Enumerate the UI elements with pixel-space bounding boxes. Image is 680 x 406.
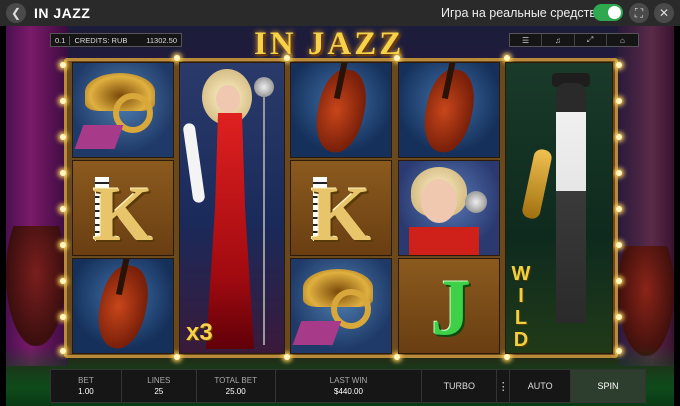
reel-1: K (72, 62, 174, 354)
last-win-label: LAST WIN (329, 376, 368, 385)
fullscreen-icon[interactable]: ⛶ (629, 3, 649, 23)
reel-5: WILD (505, 62, 613, 354)
light-bulb (616, 242, 622, 248)
total-bet: TOTAL BET 25.00 (197, 370, 276, 402)
symbol-k: K (290, 160, 392, 256)
light-bulb (60, 170, 66, 176)
control-bar: BET 1.00 LINES 25 TOTAL BET 25.00 LAST W… (50, 369, 646, 403)
wild-label: WILD (510, 263, 532, 351)
symbol-j-letter: J (431, 264, 471, 352)
saxophonist (556, 83, 586, 323)
table-right (618, 246, 674, 356)
light-bulb (616, 278, 622, 284)
symbol-lady (398, 160, 500, 256)
lady-face (421, 179, 457, 223)
symbol-saxophonist-wild: WILD (505, 62, 613, 354)
multiplier-badge: x3 (186, 319, 213, 346)
mic-stand (263, 95, 265, 345)
bet-label: BET (78, 376, 94, 385)
light-bulb (60, 98, 66, 104)
turbo-button[interactable]: TURBO (422, 370, 498, 402)
bet-selector[interactable]: BET 1.00 (51, 370, 122, 402)
sheet-music (292, 321, 342, 345)
light-bulb (504, 55, 510, 61)
lady-face (216, 85, 240, 113)
symbol-cello (398, 62, 500, 158)
fullscreen-icon[interactable]: ⤢ (575, 34, 607, 46)
light-bulb (174, 55, 180, 61)
microphone-icon (465, 191, 487, 213)
back-icon[interactable]: ❮ (6, 3, 26, 23)
top-bar: ❮ IN JAZZ Игра на реальные средства ⛶ ✕ (0, 0, 680, 26)
light-bulb (394, 354, 400, 360)
light-bulb (616, 62, 622, 68)
last-win-value: $440.00 (334, 387, 363, 396)
light-bulb (174, 354, 180, 360)
microphone-icon (254, 77, 274, 97)
light-bulb (60, 348, 66, 354)
lines-selector[interactable]: LINES 25 (122, 370, 197, 402)
light-bulb (60, 134, 66, 140)
auto-button[interactable]: AUTO (510, 370, 572, 402)
spin-button[interactable]: SPIN (571, 370, 645, 402)
lady-dress (409, 227, 479, 255)
light-bulb (284, 55, 290, 61)
symbol-cello (290, 62, 392, 158)
bet-value: 1.00 (78, 387, 94, 396)
symbol-lady-tall: x3 (179, 62, 285, 354)
credits-label: CREDITS: RUB (74, 35, 128, 45)
reel-4: J (398, 62, 500, 354)
menu-icon[interactable]: ☰ (510, 34, 543, 46)
light-bulb (616, 98, 622, 104)
total-bet-label: TOTAL BET (214, 376, 257, 385)
last-win: LAST WIN $440.00 (276, 370, 423, 402)
real-money-toggle[interactable] (593, 4, 623, 21)
sound-icon[interactable]: ♫ (542, 34, 575, 46)
symbol-horn (72, 62, 174, 158)
symbol-k-letter: K (92, 170, 154, 256)
credits-value: 11302.50 (146, 35, 177, 45)
light-bulb (60, 62, 66, 68)
sheet-music (74, 125, 124, 149)
home-icon[interactable]: ⌂ (607, 34, 638, 46)
game-menu: ☰ ♫ ⤢ ⌂ (509, 33, 639, 47)
light-bulb (60, 278, 66, 284)
light-bulb (616, 170, 622, 176)
light-bulb (504, 354, 510, 360)
light-bulb (616, 134, 622, 140)
symbol-cello (72, 258, 174, 354)
credits-bet: 0.1 (51, 35, 71, 45)
symbol-horn (290, 258, 392, 354)
light-bulb (394, 55, 400, 61)
lines-value: 25 (154, 387, 164, 396)
total-bet-value: 25.00 (225, 387, 246, 396)
toggle-knob (608, 6, 621, 19)
credits-panel: 0.1 CREDITS: RUB 11302.50 (50, 33, 182, 47)
symbol-k-letter: K (310, 170, 372, 256)
light-bulb (616, 314, 622, 320)
more-options-icon[interactable]: ⋮ (497, 370, 511, 402)
real-money-label: Игра на реальные средства (441, 6, 603, 20)
reel-2: x3 (179, 62, 285, 354)
light-bulb (616, 348, 622, 354)
game-scene[interactable]: 0.1 CREDITS: RUB 11302.50 IN JAZZ ☰ ♫ ⤢ … (6, 26, 674, 406)
light-bulb (60, 206, 66, 212)
light-bulb (616, 206, 622, 212)
page-title: IN JAZZ (34, 5, 91, 21)
light-bulb (60, 242, 66, 248)
light-bulb (284, 354, 290, 360)
close-icon[interactable]: ✕ (654, 3, 674, 23)
light-bulb (60, 314, 66, 320)
symbol-j: J (398, 258, 500, 354)
lines-label: LINES (147, 376, 171, 385)
reel-3: K (290, 62, 392, 354)
symbol-k: K (72, 160, 174, 256)
table-left (6, 226, 66, 346)
